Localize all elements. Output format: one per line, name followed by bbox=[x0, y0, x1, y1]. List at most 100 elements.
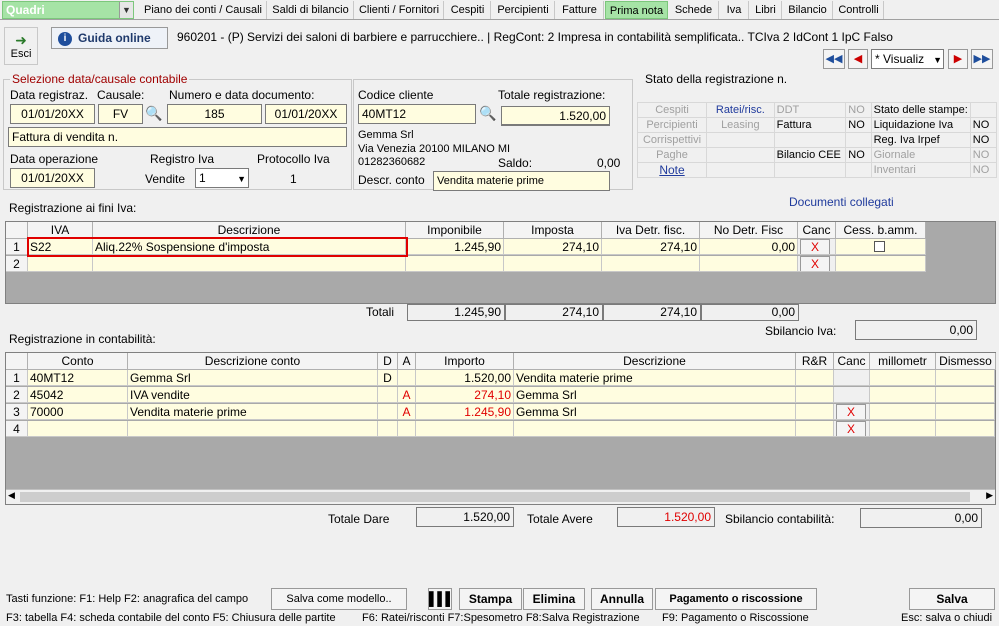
registro-select[interactable]: 1 ▼ bbox=[195, 168, 249, 188]
cont-d-cell[interactable] bbox=[378, 387, 398, 403]
iva-nodetr-cell[interactable] bbox=[700, 256, 798, 272]
cont-a-cell[interactable]: A bbox=[398, 404, 416, 420]
tab-libri[interactable]: Libri bbox=[750, 1, 782, 19]
annulla-button[interactable]: Annulla bbox=[591, 588, 653, 610]
search-icon[interactable]: 🔍 bbox=[479, 105, 496, 122]
view-select[interactable]: * Visualiz ▼ bbox=[871, 49, 944, 69]
next-record-icon[interactable]: ▶ bbox=[948, 49, 968, 69]
barcode-icon[interactable]: ▌▌▌ bbox=[428, 588, 455, 610]
stampa-button[interactable]: Stampa bbox=[459, 588, 522, 610]
cont-millometr-cell[interactable] bbox=[870, 387, 936, 403]
cont-rr-cell[interactable] bbox=[796, 370, 834, 386]
chevron-down-icon[interactable]: ▼ bbox=[933, 51, 942, 68]
scroll-right-icon[interactable]: ▶ bbox=[986, 490, 993, 501]
tab-bilancio[interactable]: Bilancio bbox=[783, 1, 833, 19]
salva-button[interactable]: Salva bbox=[909, 588, 995, 610]
descr-conto-field[interactable]: Vendita materie prime bbox=[433, 171, 610, 191]
tab-schede[interactable]: Schede bbox=[669, 1, 719, 19]
cont-descrizione-cell[interactable]: Vendita materie prime bbox=[514, 370, 796, 386]
cont-rr-cell[interactable] bbox=[796, 387, 834, 403]
cont-importo-cell[interactable] bbox=[416, 421, 514, 437]
cont-importo-cell[interactable]: 274,10 bbox=[416, 387, 514, 403]
scrollbar-thumb[interactable] bbox=[20, 492, 970, 502]
cess-checkbox[interactable] bbox=[874, 241, 885, 252]
tab-controlli[interactable]: Controlli bbox=[834, 1, 884, 19]
cont-descconto-cell[interactable]: Vendita materie prime bbox=[128, 404, 378, 420]
cont-conto-cell[interactable]: 70000 bbox=[28, 404, 128, 420]
cont-importo-cell[interactable]: 1.520,00 bbox=[416, 370, 514, 386]
cont-d-cell[interactable] bbox=[378, 421, 398, 437]
cont-a-cell[interactable] bbox=[398, 370, 416, 386]
chevron-down-icon[interactable]: ▼ bbox=[237, 170, 246, 187]
note-link[interactable]: Note bbox=[637, 162, 707, 178]
codice-cliente-field[interactable]: 40MT12 bbox=[358, 104, 476, 124]
tab-cespiti[interactable]: Cespiti bbox=[445, 1, 491, 19]
cont-millometr-cell[interactable] bbox=[870, 370, 936, 386]
prev-record-icon[interactable]: ◀ bbox=[848, 49, 868, 69]
cont-conto-cell[interactable]: 45042 bbox=[28, 387, 128, 403]
salva-modello-button[interactable]: Salva come modello.. bbox=[271, 588, 407, 610]
horizontal-scrollbar[interactable]: ◀ ▶ bbox=[6, 489, 995, 504]
documenti-collegati-link[interactable]: Documenti collegati bbox=[789, 195, 894, 209]
cont-dismesso-cell[interactable] bbox=[936, 370, 995, 386]
scroll-left-icon[interactable]: ◀ bbox=[8, 490, 15, 501]
delete-row-button[interactable]: X bbox=[800, 239, 830, 254]
cont-descrizione-cell[interactable]: Gemma Srl bbox=[514, 404, 796, 420]
cont-conto-cell[interactable] bbox=[28, 421, 128, 437]
cont-a-cell[interactable]: A bbox=[398, 387, 416, 403]
data-op-field[interactable]: 01/01/20XX bbox=[10, 168, 95, 188]
iva-imponibile-cell[interactable] bbox=[406, 256, 504, 272]
cont-dismesso-cell[interactable] bbox=[936, 404, 995, 420]
guida-online-button[interactable]: i Guida online bbox=[51, 27, 168, 49]
data-doc-field[interactable]: 01/01/20XX bbox=[265, 104, 347, 124]
tab-piano-conti[interactable]: Piano dei conti / Causali bbox=[140, 1, 267, 19]
cont-dismesso-cell[interactable] bbox=[936, 421, 995, 437]
iva-detr-cell[interactable] bbox=[602, 256, 700, 272]
first-record-icon[interactable]: ◀◀ bbox=[823, 49, 845, 69]
causale-desc-field[interactable]: Fattura di vendita n. bbox=[8, 127, 347, 147]
cont-conto-cell[interactable]: 40MT12 bbox=[28, 370, 128, 386]
search-icon[interactable]: 🔍 bbox=[145, 105, 162, 122]
cont-descconto-cell[interactable] bbox=[128, 421, 378, 437]
iva-code-cell[interactable] bbox=[28, 256, 93, 272]
cont-dismesso-cell[interactable] bbox=[936, 387, 995, 403]
tab-saldi[interactable]: Saldi di bilancio bbox=[268, 1, 354, 19]
tab-prima-nota[interactable]: Prima nota bbox=[605, 1, 668, 19]
cont-d-cell[interactable]: D bbox=[378, 370, 398, 386]
tab-clienti[interactable]: Clienti / Fornitori bbox=[355, 1, 444, 19]
status-ratei[interactable]: Ratei/risc. bbox=[706, 102, 775, 118]
cont-descrizione-cell[interactable] bbox=[514, 421, 796, 437]
cont-millometr-cell[interactable] bbox=[870, 421, 936, 437]
cont-descconto-cell[interactable]: IVA vendite bbox=[128, 387, 378, 403]
last-record-icon[interactable]: ▶▶ bbox=[971, 49, 993, 69]
pagamento-button[interactable]: Pagamento o riscossione bbox=[655, 588, 817, 610]
cont-rr-cell[interactable] bbox=[796, 404, 834, 420]
numero-doc-field[interactable]: 185 bbox=[167, 104, 262, 124]
cont-descconto-cell[interactable]: Gemma Srl bbox=[128, 370, 378, 386]
iva-imponibile-cell[interactable]: 1.245,90 bbox=[406, 239, 504, 255]
cont-rr-cell[interactable] bbox=[796, 421, 834, 437]
cont-d-cell[interactable] bbox=[378, 404, 398, 420]
cont-importo-cell[interactable]: 1.245,90 bbox=[416, 404, 514, 420]
delete-row-button[interactable]: X bbox=[836, 421, 866, 436]
iva-imposta-cell[interactable] bbox=[504, 256, 602, 272]
delete-row-button[interactable]: X bbox=[836, 404, 866, 419]
elimina-button[interactable]: Elimina bbox=[523, 588, 585, 610]
quadri-select[interactable]: Quadri ▼ bbox=[2, 1, 134, 19]
iva-detr-cell[interactable]: 274,10 bbox=[602, 239, 700, 255]
iva-nodetr-cell[interactable]: 0,00 bbox=[700, 239, 798, 255]
cont-a-cell[interactable] bbox=[398, 421, 416, 437]
causale-field[interactable]: FV bbox=[98, 104, 143, 124]
iva-imposta-cell[interactable]: 274,10 bbox=[504, 239, 602, 255]
tab-percipienti[interactable]: Percipienti bbox=[492, 1, 555, 19]
exit-button[interactable]: ➜ Esci bbox=[4, 27, 38, 65]
tab-fatture[interactable]: Fatture bbox=[556, 1, 604, 19]
tab-iva[interactable]: Iva bbox=[720, 1, 749, 19]
totale-field[interactable]: 1.520,00 bbox=[501, 106, 610, 126]
delete-row-button[interactable]: X bbox=[800, 256, 830, 271]
iva-desc-cell[interactable] bbox=[93, 256, 406, 272]
cont-descrizione-cell[interactable]: Gemma Srl bbox=[514, 387, 796, 403]
chevron-down-icon[interactable]: ▼ bbox=[119, 2, 133, 18]
cont-millometr-cell[interactable] bbox=[870, 404, 936, 420]
data-reg-field[interactable]: 01/01/20XX bbox=[10, 104, 95, 124]
